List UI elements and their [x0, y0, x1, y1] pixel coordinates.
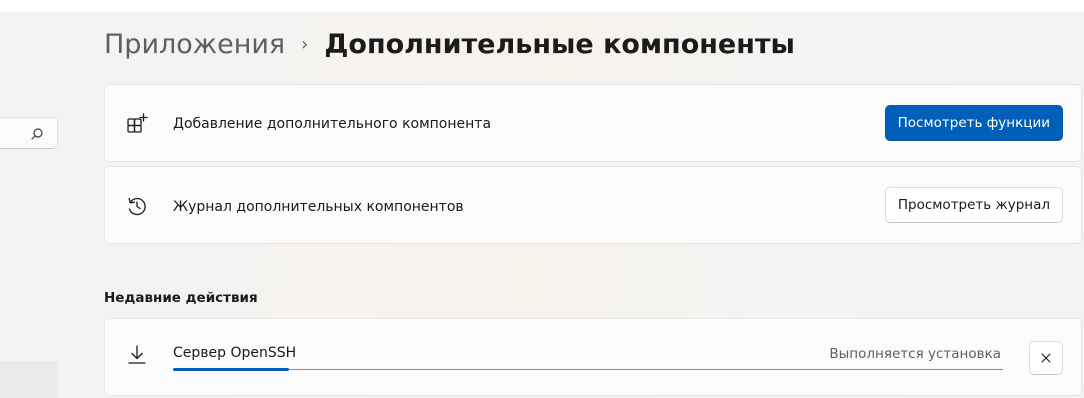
download-icon: [128, 345, 146, 364]
window-top-strip: [0, 0, 1084, 12]
feature-history-card: Журнал дополнительных компонентов Просмо…: [104, 166, 1082, 244]
history-icon: [128, 197, 146, 216]
recent-actions-heading: Недавние действия: [104, 290, 258, 306]
install-status: Выполняется установка: [829, 346, 1001, 362]
navigation-pane: [0, 12, 58, 398]
search-icon: [31, 128, 43, 140]
add-feature-label: Добавление дополнительного компонента: [173, 116, 492, 132]
progress-track: [173, 369, 1003, 370]
search-box[interactable]: [0, 117, 58, 149]
cancel-install-button[interactable]: [1029, 341, 1063, 375]
feature-history-label: Журнал дополнительных компонентов: [173, 199, 464, 215]
add-apps-icon: [127, 113, 148, 133]
add-feature-card: Добавление дополнительного компонента По…: [104, 84, 1082, 162]
nav-item-partial[interactable]: [0, 361, 58, 398]
feature-name: Сервер OpenSSH: [173, 345, 297, 361]
close-icon: [1041, 353, 1051, 363]
breadcrumb-parent-link[interactable]: Приложения: [104, 29, 285, 60]
progress-bar: [173, 368, 289, 371]
page-title: Дополнительные компоненты: [324, 28, 795, 60]
view-features-button[interactable]: Посмотреть функции: [884, 105, 1063, 141]
breadcrumb: Приложения › Дополнительные компоненты: [104, 24, 795, 64]
recent-action-item: Сервер OpenSSH Выполняется установка: [104, 318, 1082, 396]
view-history-button[interactable]: Просмотреть журнал: [884, 187, 1063, 223]
breadcrumb-separator: ›: [301, 33, 309, 55]
